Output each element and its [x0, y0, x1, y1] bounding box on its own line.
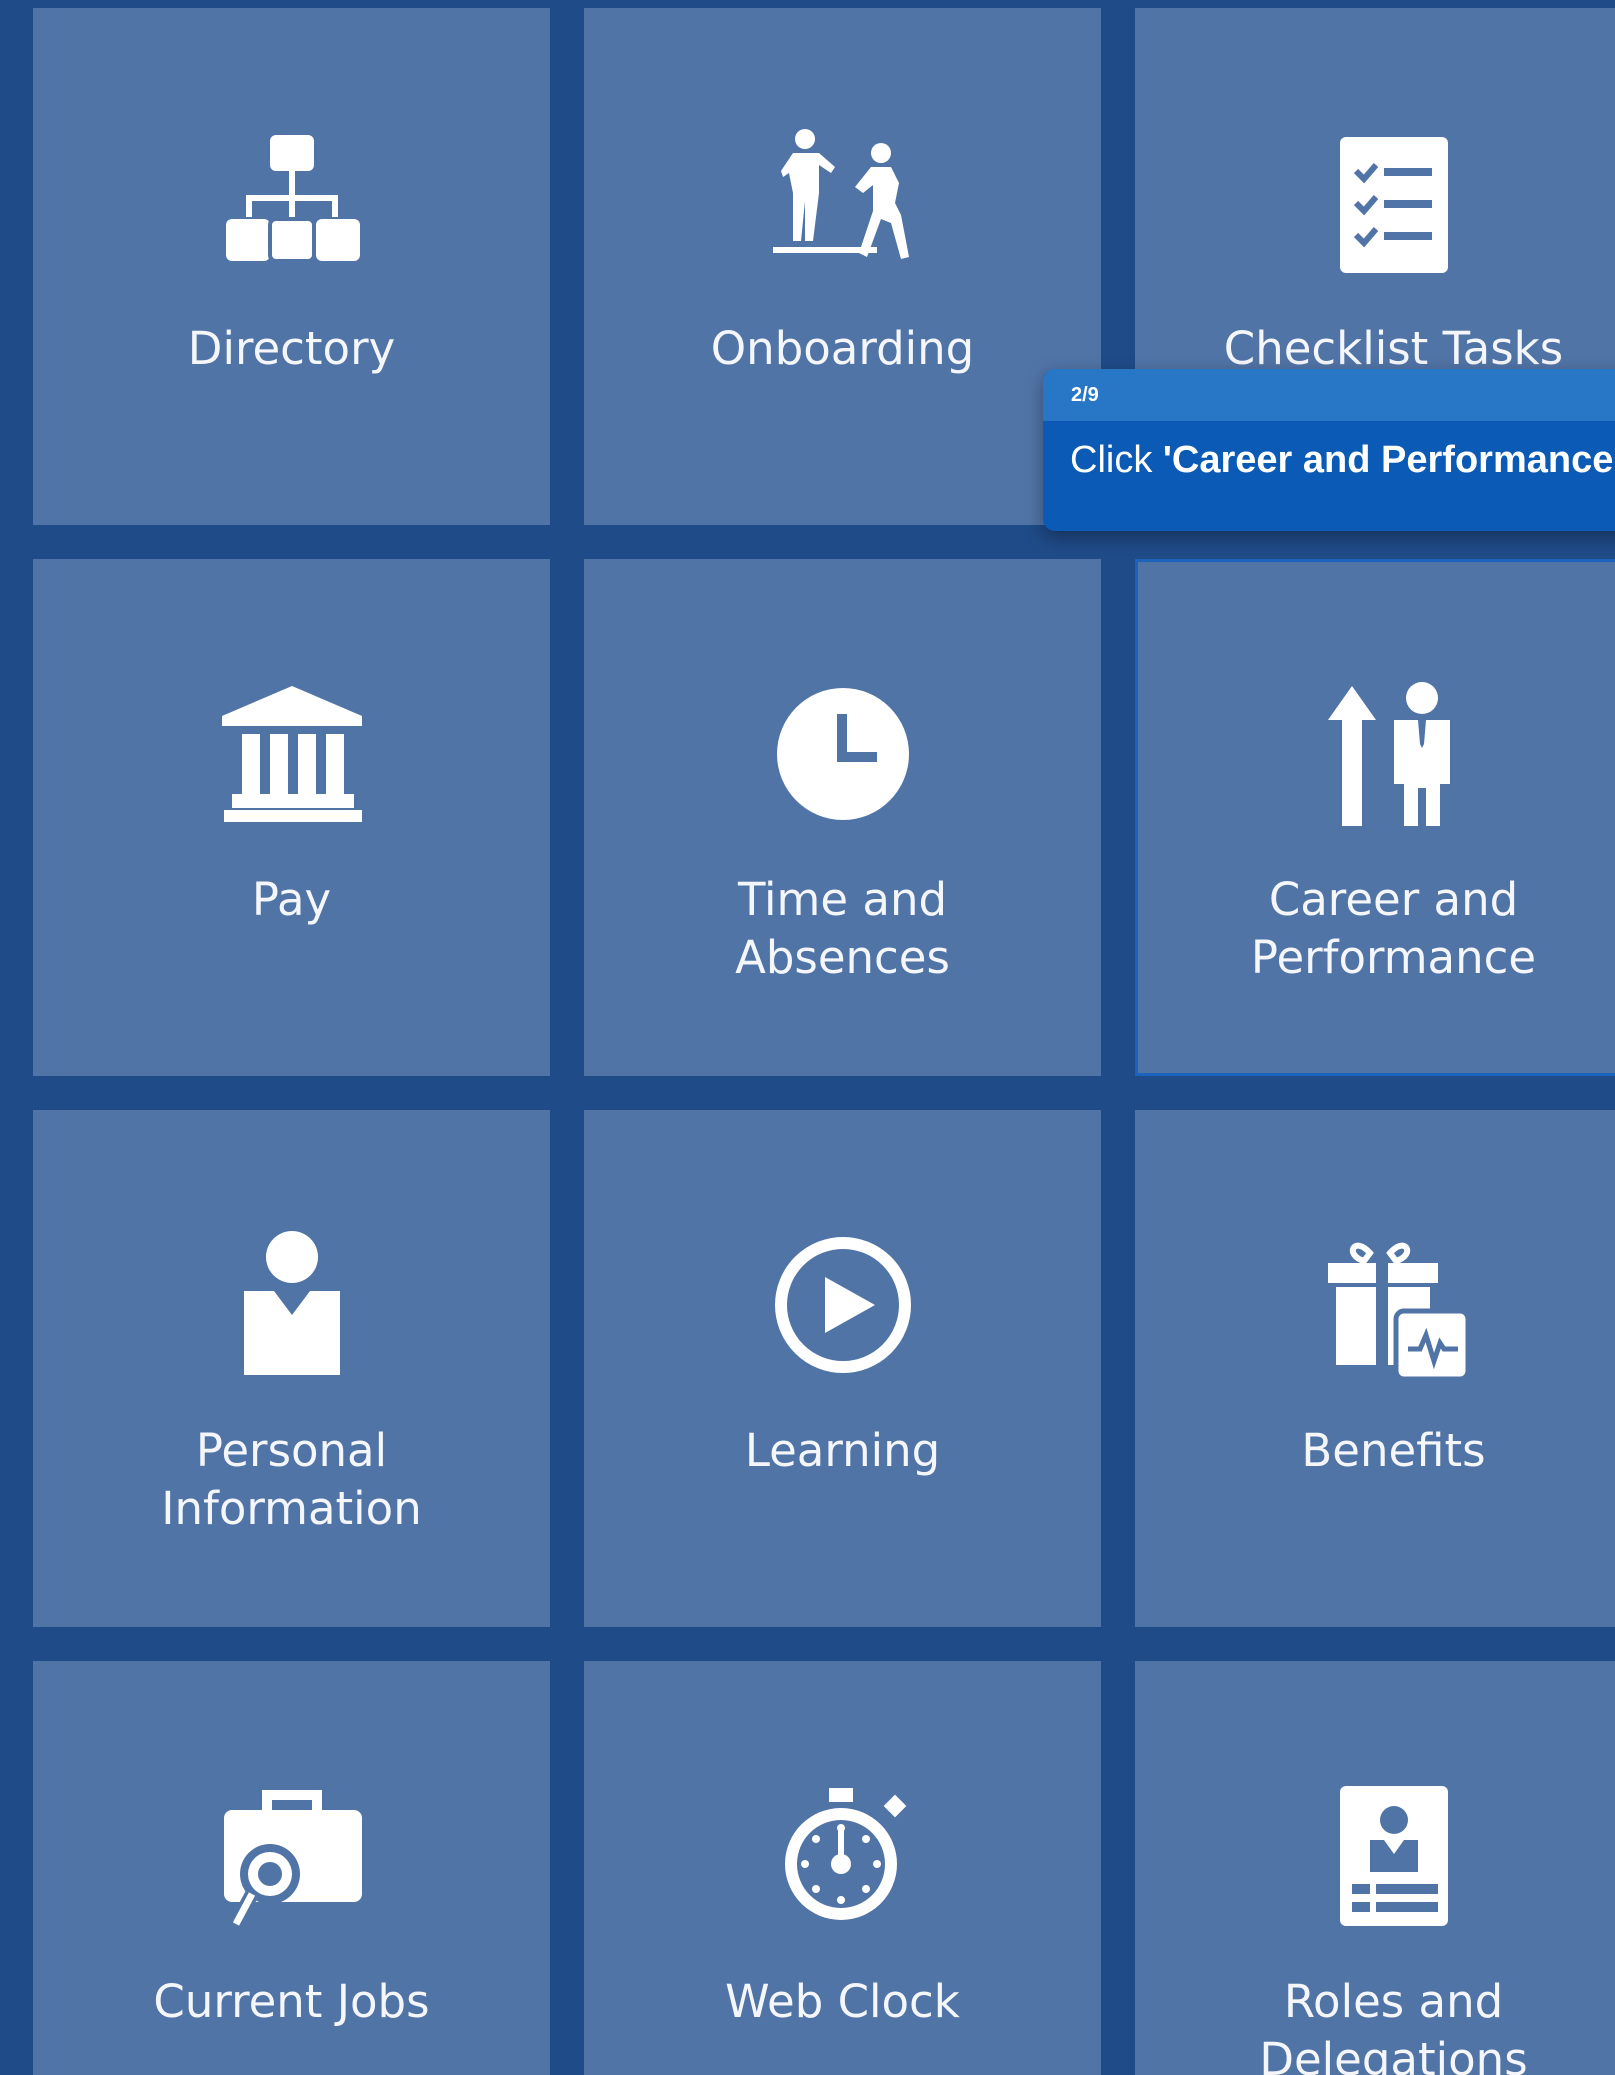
stopwatch-icon: [763, 1776, 923, 1936]
tile-benefits[interactable]: Benefits: [1135, 1110, 1615, 1627]
tooltip-header: 2/9: [1043, 369, 1615, 421]
tile-label: Web Clock: [725, 1975, 960, 2028]
play-circle-icon: [763, 1225, 923, 1385]
tile-roles-and-delegations[interactable]: Roles and Delegations: [1135, 1661, 1615, 2075]
gift-health-icon: [1314, 1225, 1474, 1385]
springboard-page: Directory Onboarding Checklist Tasks Pay…: [0, 0, 1615, 2075]
guided-tour-tooltip: 2/9 Click 'Career and Performance': [1043, 369, 1615, 531]
tile-learning[interactable]: Learning: [584, 1110, 1101, 1627]
person-icon: [212, 1225, 372, 1385]
org-chart-icon: [212, 123, 372, 283]
tile-label: Roles and Delegations: [1259, 1975, 1528, 2075]
tile-label: Time and Absences: [735, 873, 950, 984]
tooltip-instruction: Click 'Career and Performance': [1043, 421, 1615, 482]
career-growth-icon: [1314, 674, 1474, 834]
tile-label: Onboarding: [710, 322, 975, 375]
tooltip-step-counter: 2/9: [1071, 383, 1099, 406]
tile-pay[interactable]: Pay: [33, 559, 550, 1076]
tile-label: Directory: [187, 322, 396, 375]
tile-directory[interactable]: Directory: [33, 8, 550, 525]
clock-icon: [763, 674, 923, 834]
tile-current-jobs[interactable]: Current Jobs: [33, 1661, 550, 2075]
tile-label: Current Jobs: [153, 1975, 430, 2028]
tile-web-clock[interactable]: Web Clock: [584, 1661, 1101, 2075]
tile-label: Career and Performance: [1250, 873, 1537, 984]
tile-onboarding[interactable]: Onboarding: [584, 8, 1101, 525]
job-search-icon: [212, 1776, 372, 1936]
bank-icon: [212, 674, 372, 834]
tile-label: Benefits: [1301, 1424, 1486, 1477]
id-badge-icon: [1314, 1776, 1474, 1936]
tile-label: Pay: [251, 873, 332, 926]
tooltip-instruction-target: 'Career and Performance': [1162, 439, 1615, 481]
tile-time-and-absences[interactable]: Time and Absences: [584, 559, 1101, 1076]
tile-label: Learning: [744, 1424, 941, 1477]
tile-label: Personal Information: [161, 1424, 422, 1535]
tile-personal-information[interactable]: Personal Information: [33, 1110, 550, 1627]
tooltip-instruction-prefix: Click: [1070, 439, 1163, 481]
onboarding-people-icon: [763, 123, 923, 283]
checklist-icon: [1314, 123, 1474, 283]
tile-career-and-performance[interactable]: Career and Performance: [1135, 559, 1615, 1076]
